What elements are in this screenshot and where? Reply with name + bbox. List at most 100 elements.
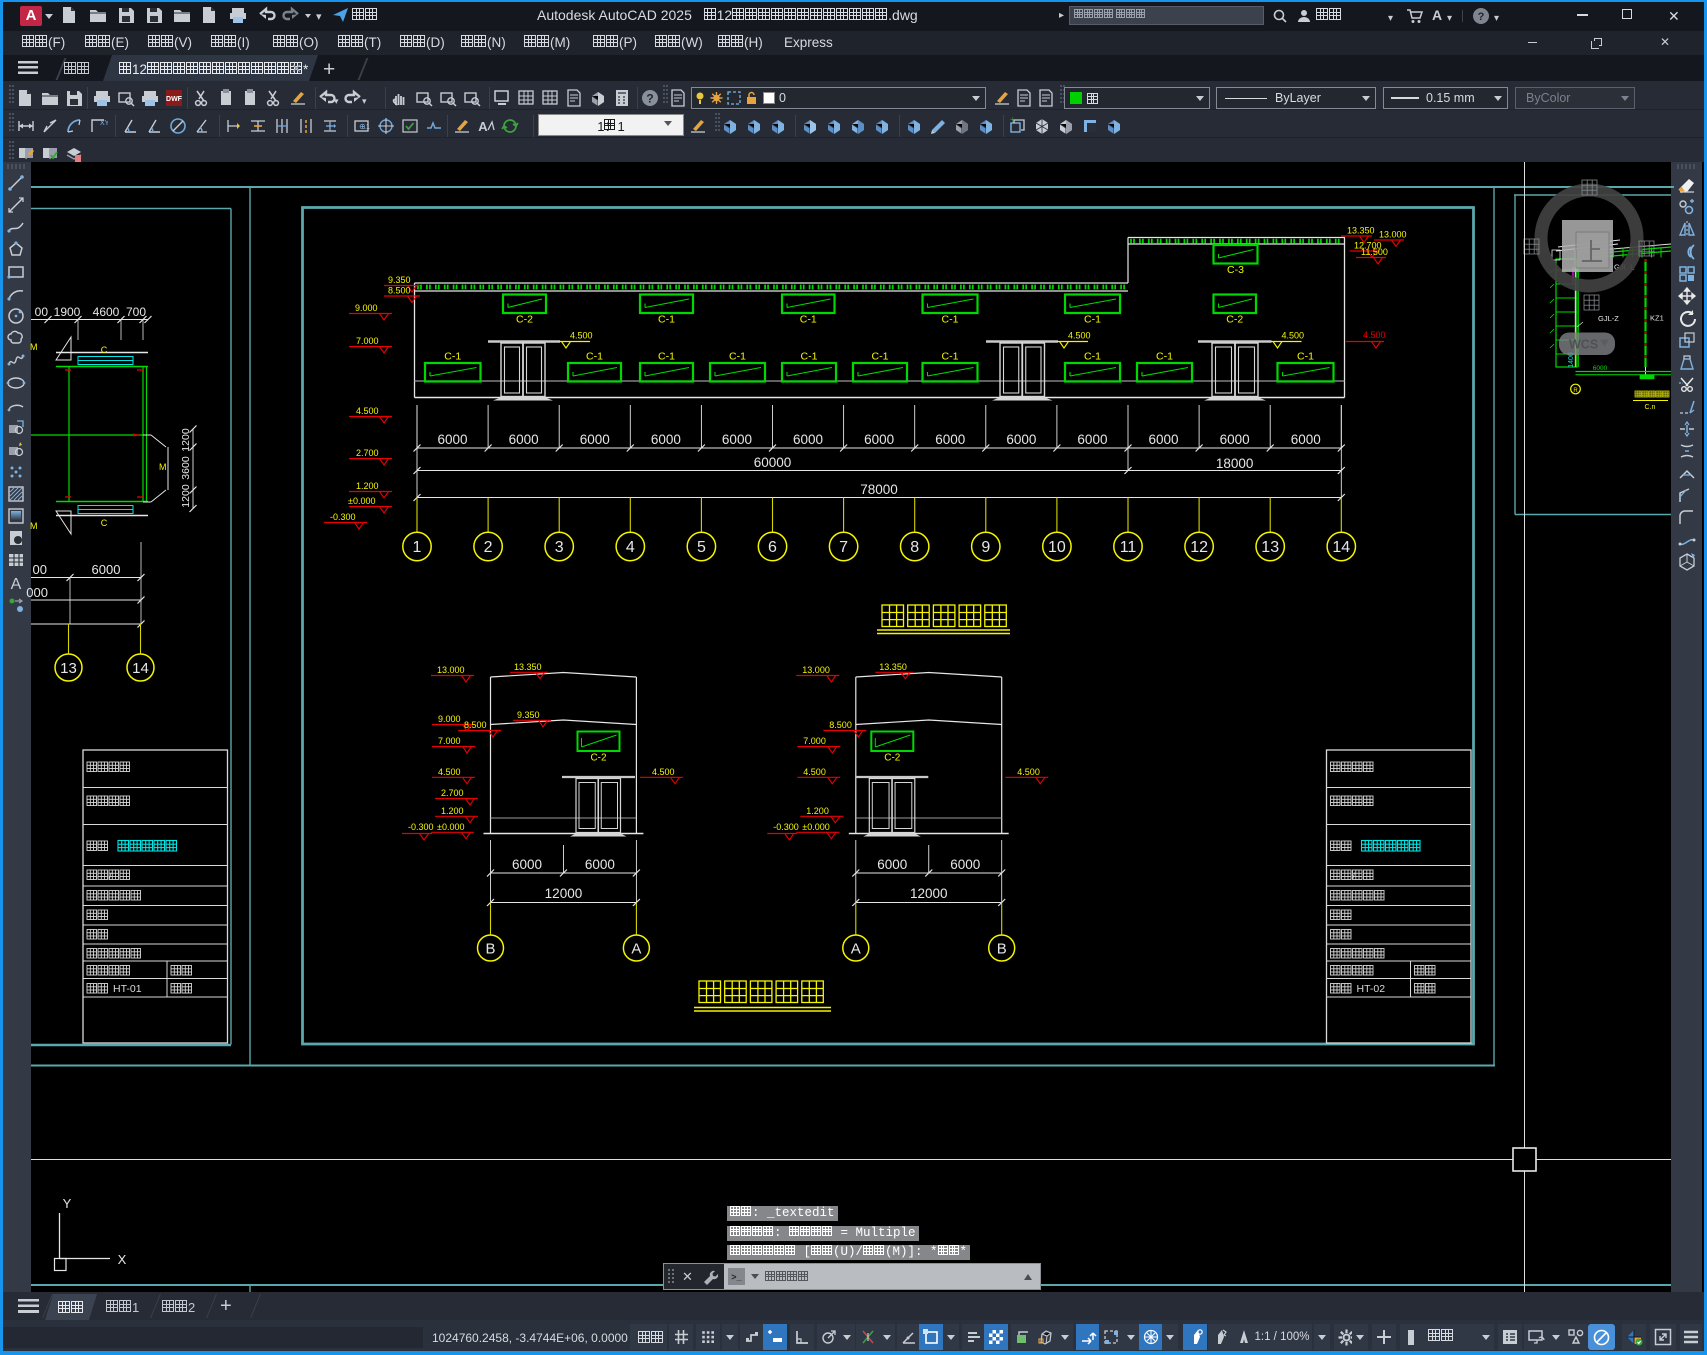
svg-text:5: 5: [697, 539, 706, 556]
svg-text:C-1: C-1: [729, 351, 746, 363]
svg-text:C-3: C-3: [1227, 264, 1244, 276]
svg-text:KZ1: KZ1: [1650, 314, 1664, 323]
svg-text:6000: 6000: [793, 432, 823, 447]
svg-text:9.350: 9.350: [388, 275, 411, 285]
svg-text:4.500: 4.500: [1068, 331, 1091, 341]
svg-text:6000: 6000: [585, 857, 615, 872]
svg-text:78000: 78000: [860, 482, 898, 497]
svg-text:6000: 6000: [509, 432, 539, 447]
svg-text:±0.000: ±0.000: [348, 496, 375, 506]
svg-text:8.500: 8.500: [388, 286, 411, 296]
svg-text:?: ?: [646, 92, 653, 106]
svg-text:C-1: C-1: [1297, 351, 1314, 363]
svg-text:C-1: C-1: [872, 351, 889, 363]
svg-text:C-1: C-1: [1084, 314, 1101, 326]
svg-text:HT-02: HT-02: [1357, 983, 1386, 995]
svg-text:HT-01: HT-01: [113, 983, 142, 995]
svg-text:9.000: 9.000: [355, 303, 378, 313]
svg-text:1200: 1200: [180, 484, 192, 508]
svg-text:6: 6: [768, 539, 777, 556]
svg-text:6000: 6000: [580, 432, 610, 447]
svg-text:X: X: [118, 1252, 127, 1267]
svg-text:8: 8: [910, 539, 919, 556]
svg-text:8.500: 8.500: [829, 720, 852, 730]
svg-text:6000: 6000: [722, 432, 752, 447]
svg-text:C-1: C-1: [800, 314, 817, 326]
svg-text:4.500: 4.500: [1017, 767, 1040, 777]
svg-text:1900: 1900: [54, 305, 81, 319]
svg-text:6000: 6000: [512, 857, 542, 872]
svg-text:14: 14: [1332, 539, 1350, 556]
svg-text:6000: 6000: [877, 857, 907, 872]
svg-text:700: 700: [126, 305, 146, 319]
svg-text:6000: 6000: [935, 432, 965, 447]
svg-text:12000: 12000: [910, 886, 948, 901]
svg-text:C: C: [101, 518, 108, 528]
svg-text:B: B: [485, 941, 495, 958]
svg-text:1.200: 1.200: [806, 806, 829, 816]
svg-text:C-1: C-1: [444, 351, 461, 363]
svg-text:6000: 6000: [1006, 432, 1036, 447]
svg-text:+: +: [1010, 116, 1015, 124]
svg-text:2.700: 2.700: [356, 448, 379, 458]
svg-text:00: 00: [35, 305, 49, 319]
svg-text:R: R: [1573, 388, 1578, 394]
svg-text:4.500: 4.500: [803, 767, 826, 777]
svg-text:1.200: 1.200: [356, 481, 379, 491]
svg-text:4600: 4600: [93, 305, 120, 319]
svg-text:6000: 6000: [1593, 365, 1608, 372]
svg-text:13: 13: [1261, 539, 1279, 556]
svg-text:C.n: C.n: [1645, 404, 1656, 411]
svg-text:B: B: [997, 941, 1007, 958]
svg-text:DWF: DWF: [166, 96, 183, 103]
svg-text:12000: 12000: [545, 886, 583, 901]
svg-text:3: 3: [555, 539, 564, 556]
svg-text:6000: 6000: [950, 857, 980, 872]
svg-text:6000: 6000: [1077, 432, 1107, 447]
svg-text:4: 4: [626, 539, 635, 556]
svg-text:13.350: 13.350: [1347, 226, 1375, 236]
svg-text:M: M: [30, 342, 38, 352]
svg-text:18000: 18000: [1216, 456, 1254, 471]
svg-text:GJL-Z: GJL-Z: [1598, 314, 1619, 323]
svg-text:000: 000: [26, 585, 48, 600]
svg-text:C-1: C-1: [942, 314, 959, 326]
svg-text:13.350: 13.350: [879, 662, 907, 672]
svg-text:M: M: [30, 521, 38, 531]
svg-text:6000: 6000: [1220, 432, 1250, 447]
svg-text:2: 2: [484, 539, 493, 556]
svg-text:1.200: 1.200: [441, 806, 464, 816]
svg-text:M: M: [159, 462, 167, 472]
svg-text:2.700: 2.700: [441, 788, 464, 798]
svg-text:C-1: C-1: [942, 351, 959, 363]
svg-text:7.000: 7.000: [438, 736, 461, 746]
svg-text:13.000: 13.000: [802, 665, 830, 675]
svg-text:C-2: C-2: [884, 753, 901, 764]
svg-text:13.000: 13.000: [1379, 230, 1407, 240]
svg-text:WCS: WCS: [1569, 338, 1598, 352]
svg-text:C-1: C-1: [658, 314, 675, 326]
svg-text:7: 7: [839, 539, 848, 556]
svg-text:6000: 6000: [1149, 432, 1179, 447]
svg-text:C-1: C-1: [1084, 351, 1101, 363]
svg-text:00: 00: [33, 562, 47, 577]
svg-text:11.500: 11.500: [1361, 247, 1388, 257]
svg-text:9.350: 9.350: [517, 710, 540, 720]
svg-text:1200: 1200: [180, 428, 192, 452]
svg-text:C-2: C-2: [516, 314, 533, 326]
svg-text:-0.300: -0.300: [330, 512, 356, 522]
svg-text:9.000: 9.000: [438, 714, 461, 724]
svg-text:13.350: 13.350: [514, 662, 542, 672]
svg-text:13: 13: [60, 660, 77, 677]
svg-text:4.500: 4.500: [652, 767, 675, 777]
svg-text:4.500: 4.500: [570, 331, 593, 341]
svg-text:11: 11: [1120, 539, 1137, 556]
svg-text:C-2: C-2: [590, 753, 607, 764]
svg-text:C-2: C-2: [1226, 314, 1243, 326]
svg-text:6000: 6000: [864, 432, 894, 447]
svg-text:±0.000: ±0.000: [802, 822, 829, 832]
svg-text:4.500: 4.500: [438, 767, 461, 777]
svg-text:C: C: [101, 345, 108, 355]
svg-text:7.000: 7.000: [803, 736, 826, 746]
svg-text:A: A: [631, 941, 641, 958]
